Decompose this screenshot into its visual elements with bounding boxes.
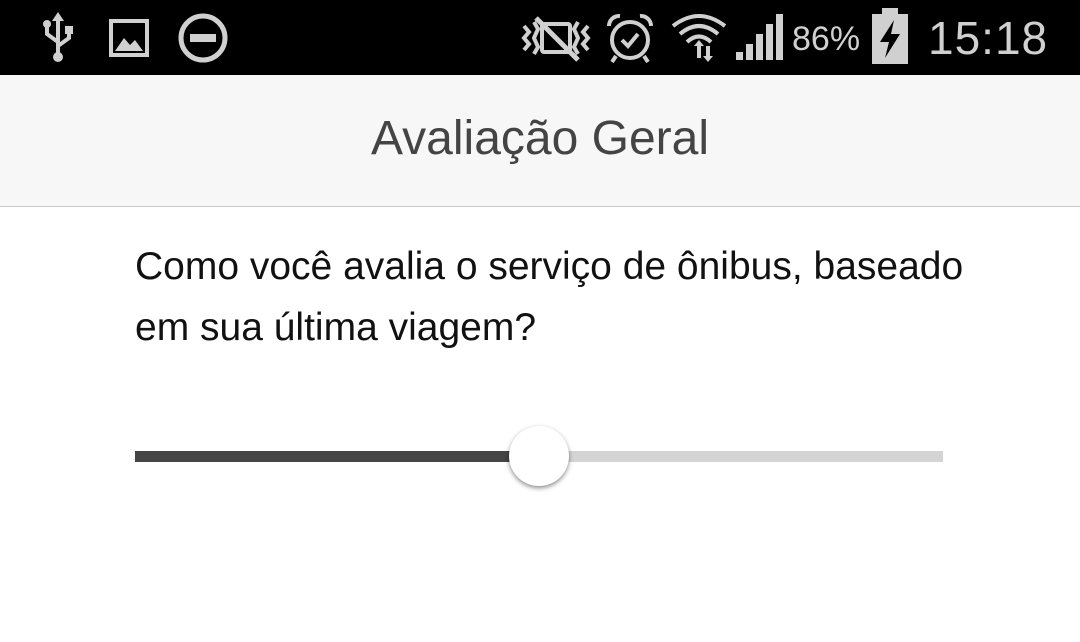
slider-thumb[interactable]	[509, 426, 569, 486]
rating-slider[interactable]	[135, 420, 943, 492]
clock: 15:18	[928, 12, 1049, 64]
app-bar: Avaliação Geral	[0, 75, 1080, 207]
page-title: Avaliação Geral	[371, 112, 709, 165]
rating-question: Como você avalia o serviço de ônibus, ba…	[135, 245, 964, 349]
battery-percent: 86%	[792, 20, 861, 58]
do-not-disturb-icon	[178, 13, 228, 63]
status-bar: 86% 15:18	[0, 0, 1080, 75]
alarm-clock-icon	[606, 13, 654, 64]
slider-track-fill	[135, 451, 539, 462]
cellular-signal-icon	[736, 14, 783, 60]
battery-charging-icon	[872, 8, 908, 64]
vibrate-icon	[521, 16, 591, 62]
usb-icon	[43, 12, 73, 62]
image-icon	[109, 19, 149, 57]
wifi-icon	[671, 14, 727, 62]
